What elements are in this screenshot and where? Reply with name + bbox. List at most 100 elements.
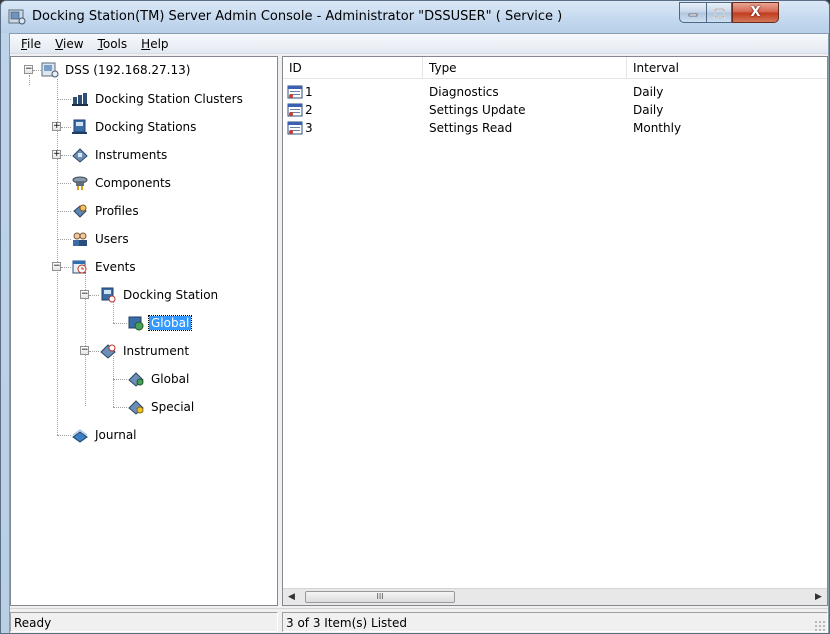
tree-item-profiles[interactable]: Profiles — [71, 202, 141, 220]
cell-id: 3 — [287, 119, 313, 137]
tree-connector — [113, 379, 127, 380]
cell-id: 1 — [287, 83, 313, 101]
minimize-button[interactable] — [679, 2, 706, 23]
tree-item-components[interactable]: Components — [71, 174, 173, 192]
tree-connector — [61, 127, 71, 128]
tree-item-label: DSS (192.168.27.13) — [65, 63, 191, 77]
table-row[interactable]: 3 Settings Read Monthly — [283, 119, 827, 137]
resize-grip-icon[interactable] — [814, 620, 826, 632]
tree-connector — [61, 155, 71, 156]
tree-item-label: Components — [95, 176, 171, 190]
cell-interval: Daily — [633, 85, 664, 99]
tree-item-label: Instrument — [123, 344, 190, 358]
tree-connector — [89, 295, 99, 296]
cell-type: Settings Read — [429, 121, 513, 135]
collapse-root-toggle[interactable]: − — [24, 65, 33, 74]
cell-id-text: 1 — [305, 85, 313, 99]
docking-station-icon — [72, 119, 87, 134]
tree-connector — [57, 99, 71, 100]
menu-file-label: ile — [27, 36, 42, 51]
calendar-event-icon — [287, 103, 303, 117]
journal-icon — [72, 429, 88, 443]
tree-item-label: Global — [151, 372, 190, 386]
tree-connector — [113, 323, 127, 324]
window-title: Docking Station(TM) Server Admin Console… — [32, 9, 563, 24]
tree-item-label: Journal — [95, 428, 137, 442]
tree-item-users[interactable]: Users — [71, 230, 131, 248]
tree-connector — [57, 239, 71, 240]
scroll-thumb[interactable]: III — [305, 591, 455, 603]
tree-item-label: Docking Stations — [95, 120, 197, 134]
column-header-id[interactable]: ID — [283, 57, 423, 79]
title-bar[interactable]: Docking Station(TM) Server Admin Console… — [1, 1, 829, 33]
column-header-type[interactable]: Type — [423, 57, 627, 79]
calendar-event-icon — [287, 85, 303, 99]
docking-station-event-icon — [101, 287, 116, 303]
tree-item-label: Events — [95, 260, 136, 274]
tree-item-events-inst-global[interactable]: Global — [127, 370, 191, 388]
menu-file[interactable]: File — [14, 34, 48, 54]
menu-tools-label: ools — [102, 36, 128, 51]
cell-id-text: 3 — [305, 121, 313, 135]
tree-item-root[interactable]: DSS (192.168.27.13) — [41, 61, 192, 79]
tree-item-events-instrument[interactable]: Instrument — [99, 342, 191, 360]
tree-connector — [57, 272, 58, 435]
horizontal-scrollbar[interactable]: ◀ III ▶ — [283, 588, 827, 605]
table-row[interactable]: 1 Diagnostics Daily — [283, 83, 827, 101]
collapse-events-toggle[interactable]: − — [52, 262, 61, 271]
events-icon — [72, 260, 87, 274]
cell-interval: Monthly — [633, 121, 682, 135]
scroll-right-arrow-icon[interactable]: ▶ — [810, 589, 827, 605]
menu-view-mnemonic: V — [55, 36, 64, 51]
server-icon — [41, 62, 59, 78]
client-area: File View Tools Help − DSS (192.168.27.1… — [9, 33, 829, 633]
app-window: Docking Station(TM) Server Admin Console… — [0, 0, 830, 634]
tree-item-label: Special — [151, 400, 195, 414]
tree-item-docking-stations[interactable]: Docking Stations — [71, 118, 198, 136]
tree-connector — [29, 75, 30, 85]
collapse-events-docking-station-toggle[interactable]: − — [80, 290, 89, 299]
column-header-interval[interactable]: Interval — [627, 57, 827, 79]
profiles-icon — [73, 204, 87, 218]
table-row[interactable]: 2 Settings Update Daily — [283, 101, 827, 119]
tree-item-events-ds-global[interactable]: Global — [127, 314, 193, 332]
cell-id: 2 — [287, 101, 313, 119]
status-item-count: 3 of 3 Item(s) Listed — [282, 612, 828, 632]
status-text: Ready — [10, 612, 278, 632]
tree-item-events-inst-special[interactable]: Special — [127, 398, 196, 416]
navigation-tree[interactable]: − DSS (192.168.27.13) Docking Station Cl… — [10, 56, 278, 606]
cluster-icon — [72, 93, 88, 106]
special-instrument-icon — [128, 400, 144, 415]
minimize-icon — [688, 13, 698, 16]
menu-help-label: elp — [150, 36, 169, 51]
tree-item-label: Users — [95, 232, 129, 246]
cell-type: Settings Update — [429, 103, 526, 117]
tree-item-label: Profiles — [95, 204, 139, 218]
menu-help-mnemonic: H — [141, 36, 151, 51]
tree-item-label: Global — [147, 315, 193, 331]
tree-item-label: Docking Station Clusters — [95, 92, 243, 106]
menu-view[interactable]: View — [48, 34, 90, 54]
tree-connector — [89, 351, 99, 352]
maximize-button[interactable] — [706, 2, 732, 23]
expand-docking-stations-toggle[interactable]: + — [52, 122, 61, 131]
tree-item-events[interactable]: Events — [71, 258, 138, 276]
component-icon — [72, 176, 88, 190]
instrument-icon — [72, 148, 88, 163]
users-icon — [73, 232, 87, 246]
tree-item-journal[interactable]: Journal — [71, 426, 139, 444]
menu-tools[interactable]: Tools — [91, 34, 135, 54]
events-list[interactable]: ID Type Interval 1 Diagnostics Daily 2 S… — [282, 56, 828, 606]
tree-item-docking-station-clusters[interactable]: Docking Station Clusters — [71, 90, 245, 108]
instrument-event-icon — [100, 344, 116, 359]
tree-item-label: Docking Station — [123, 288, 219, 302]
tree-item-events-docking-station[interactable]: Docking Station — [99, 286, 220, 304]
scroll-left-arrow-icon[interactable]: ◀ — [283, 589, 300, 605]
expand-instruments-toggle[interactable]: + — [52, 150, 61, 159]
close-button[interactable]: X — [732, 2, 779, 23]
tree-item-instruments[interactable]: Instruments — [71, 146, 169, 164]
collapse-events-instrument-toggle[interactable]: − — [80, 346, 89, 355]
menu-help[interactable]: Help — [134, 34, 175, 54]
tree-connector — [57, 79, 58, 262]
server-console-icon — [8, 9, 26, 25]
